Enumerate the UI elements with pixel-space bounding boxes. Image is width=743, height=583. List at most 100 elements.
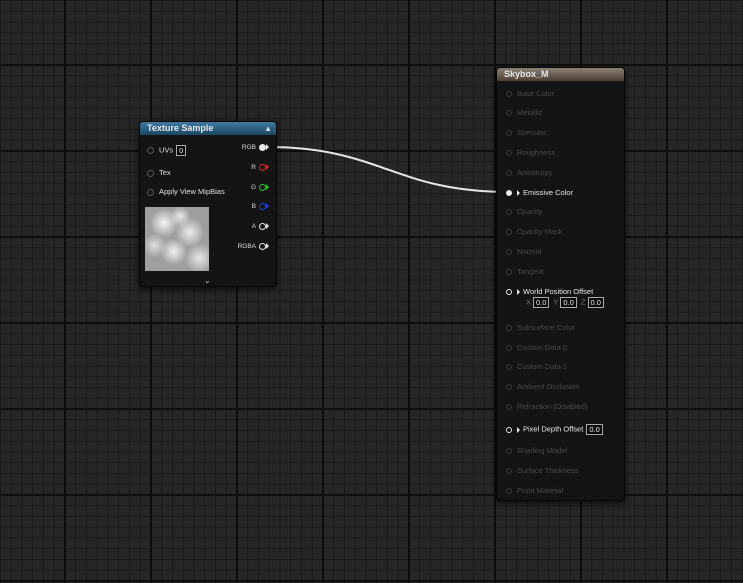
input-label: Custom Data 0 — [517, 343, 568, 352]
output-label: B — [251, 203, 256, 210]
material-result-node[interactable]: Skybox_M Base Color Metallic Specular Ro… — [496, 67, 625, 501]
input-label: Opacity — [517, 207, 543, 216]
input-label: Shading Model — [517, 446, 568, 455]
texture-sample-node[interactable]: Texture Sample ▲ UVs 0 Tex Apply View Mip… — [139, 121, 277, 287]
input-label: Metallic — [517, 108, 543, 117]
input-pin-icon[interactable] — [506, 229, 512, 236]
input-pin-icon[interactable] — [506, 364, 512, 371]
wpo-y-field[interactable]: 0.0 — [560, 297, 577, 308]
input-custom-data-0[interactable]: Custom Data 0 — [506, 343, 567, 353]
input-label: Normal — [517, 247, 542, 256]
input-world-position-offset[interactable]: World Position Offset — [506, 287, 593, 297]
input-label: UVs — [159, 145, 174, 155]
input-pin-icon[interactable] — [506, 170, 512, 177]
output-pin-icon[interactable] — [259, 242, 266, 250]
pin-arrow-icon — [266, 243, 269, 250]
input-label: Pixel Depth Offset — [523, 424, 584, 434]
input-label: Surface Thickness — [517, 466, 579, 475]
input-pixel-depth-offset[interactable]: Pixel Depth Offset 0.0 — [506, 424, 603, 435]
pixel-depth-offset-field[interactable]: 0.0 — [586, 424, 603, 435]
pin-arrow-icon — [266, 164, 269, 171]
output-label: R — [251, 164, 256, 171]
output-pin-icon[interactable] — [259, 222, 266, 230]
x-axis-label: X — [526, 297, 532, 307]
input-tex[interactable]: Tex — [147, 168, 171, 178]
collapse-icon[interactable]: ▲ — [264, 122, 272, 135]
input-base-color[interactable]: Base Color — [506, 89, 554, 99]
input-label: Front Material — [517, 486, 564, 495]
material-node-header[interactable]: Skybox_M — [497, 68, 624, 81]
output-r[interactable]: R — [251, 163, 269, 173]
input-pin-icon[interactable] — [506, 209, 512, 216]
input-pin-icon[interactable] — [147, 169, 154, 177]
input-pin-icon[interactable] — [506, 345, 512, 352]
output-label: A — [251, 223, 256, 230]
input-pin-icon[interactable] — [506, 289, 512, 296]
input-tangent[interactable]: Tangent — [506, 267, 544, 277]
input-pin-icon[interactable] — [506, 269, 512, 276]
texture-sample-header[interactable]: Texture Sample ▲ — [140, 122, 276, 135]
pin-arrow-icon — [266, 203, 269, 210]
input-ambient-occlusion[interactable]: Ambient Occlusion — [506, 382, 580, 392]
z-axis-label: Z — [580, 297, 586, 307]
output-label: G — [250, 184, 256, 191]
input-opacity-mask[interactable]: Opacity Mask — [506, 227, 562, 237]
wpo-x-field[interactable]: 0.0 — [533, 297, 550, 308]
input-normal[interactable]: Normal — [506, 247, 541, 257]
input-label: Base Color — [517, 89, 555, 98]
input-pin-icon[interactable] — [506, 325, 512, 332]
output-b[interactable]: B — [252, 202, 269, 212]
input-pin-icon[interactable] — [147, 188, 154, 196]
input-pin-icon[interactable] — [506, 448, 512, 455]
input-specular[interactable]: Specular — [506, 128, 547, 138]
input-opacity[interactable]: Opacity — [506, 207, 542, 217]
uvs-value-field[interactable]: 0 — [176, 145, 187, 156]
input-pin-icon[interactable] — [506, 110, 512, 117]
output-pin-icon[interactable] — [259, 202, 266, 210]
input-pin-icon[interactable] — [506, 404, 512, 411]
input-metallic[interactable]: Metallic — [506, 108, 542, 118]
input-apply-view-mipbias[interactable]: Apply View MipBias — [147, 187, 225, 197]
texture-preview-thumbnail — [145, 207, 209, 271]
output-g[interactable]: G — [251, 183, 269, 193]
input-subsurface-color[interactable]: Subsurface Color — [506, 323, 575, 333]
output-rgba[interactable]: RGBA — [238, 242, 269, 252]
input-label: Tangent — [517, 267, 544, 276]
input-label: Ambient Occlusion — [517, 382, 580, 391]
input-pin-icon[interactable] — [506, 468, 512, 475]
input-pin-icon[interactable] — [147, 147, 154, 154]
y-axis-label: Y — [553, 297, 559, 307]
input-uvs[interactable]: UVs 0 — [147, 145, 187, 156]
input-pin-icon[interactable] — [506, 488, 512, 495]
output-rgb[interactable]: RGB — [242, 143, 269, 153]
input-roughness[interactable]: Roughness — [506, 148, 555, 158]
output-a[interactable]: A — [252, 222, 269, 232]
input-front-material[interactable]: Front Material — [506, 486, 563, 496]
input-pin-icon[interactable] — [506, 384, 512, 391]
input-anisotropy[interactable]: Anisotropy — [506, 168, 552, 178]
node-title: Texture Sample — [147, 123, 214, 133]
input-surface-thickness[interactable]: Surface Thickness — [506, 466, 579, 476]
input-pin-icon[interactable] — [506, 150, 512, 157]
input-pin-icon[interactable] — [506, 91, 512, 98]
input-pin-icon[interactable] — [506, 249, 512, 256]
input-pin-icon[interactable] — [506, 426, 512, 433]
input-refraction[interactable]: Refraction (Disabled) — [506, 402, 587, 412]
output-pin-icon[interactable] — [259, 163, 266, 171]
output-pin-icon[interactable] — [259, 183, 266, 191]
output-pin-icon[interactable] — [259, 143, 266, 151]
input-pin-icon[interactable] — [506, 190, 512, 197]
pin-arrow-icon — [266, 184, 269, 191]
wpo-z-field[interactable]: 0.0 — [587, 297, 604, 308]
input-shading-model[interactable]: Shading Model — [506, 446, 567, 456]
input-emissive-color[interactable]: Emissive Color — [506, 188, 573, 198]
wire-layer — [267, 146, 510, 193]
pin-arrow-icon — [266, 223, 269, 230]
chevron-down-icon[interactable]: ⌄ — [204, 276, 211, 285]
input-pin-icon[interactable] — [506, 130, 512, 137]
input-label: Emissive Color — [523, 188, 574, 197]
input-label: Anisotropy — [517, 168, 553, 177]
input-custom-data-1[interactable]: Custom Data 1 — [506, 362, 567, 372]
input-label: Custom Data 1 — [517, 362, 568, 371]
input-label: Apply View MipBias — [159, 187, 225, 196]
